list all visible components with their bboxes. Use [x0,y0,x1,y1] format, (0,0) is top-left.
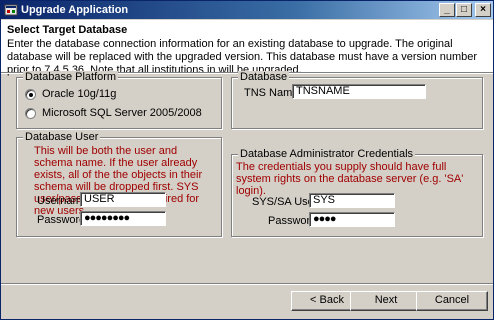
wizard-header: Select Target Database Enter the databas… [1,20,493,76]
username-input[interactable]: USER [80,192,166,207]
admin-credentials-group: Database Administrator Credentials The c… [231,148,483,237]
tns-name-input[interactable]: TNSNAME [292,84,426,99]
radio-oracle-button[interactable] [25,88,36,100]
database-group: Database TNS Name TNSNAME [231,71,483,129]
title-bar[interactable]: Upgrade Application _ □ × [1,1,493,19]
minimize-button[interactable]: _ [439,3,455,17]
cancel-button[interactable]: Cancel [416,291,488,311]
radio-sqlserver-label[interactable]: Microsoft SQL Server 2005/2008 [42,107,202,119]
close-button[interactable]: × [475,3,491,17]
window-title: Upgrade Application [21,4,129,16]
radio-sqlserver-button[interactable] [25,107,36,119]
footer-divider [1,283,493,285]
radio-oracle[interactable]: Oracle 10g/11g [25,87,116,101]
next-button[interactable]: Next [350,291,422,311]
database-legend: Database [238,71,290,84]
sys-password-input[interactable]: ●●●● [309,212,395,227]
sys-user-input[interactable]: SYS [309,193,395,208]
sys-user-label: SYS/SA User [252,196,318,208]
database-platform-group: Database Platform Oracle 10g/11g Microso… [16,71,222,129]
database-user-legend: Database User [23,131,101,144]
password-input[interactable]: ●●●●●●●● [80,211,166,226]
tns-name-label: TNS Name [244,87,299,99]
admin-credentials-legend: Database Administrator Credentials [238,148,416,161]
page-title: Select Target Database [7,24,128,36]
password-label: Password [37,214,86,226]
radio-sqlserver[interactable]: Microsoft SQL Server 2005/2008 [25,106,202,120]
database-user-group: Database User This will be both the user… [16,131,222,237]
app-icon [4,4,18,16]
database-platform-legend: Database Platform [23,71,119,84]
upgrade-window: Upgrade Application _ □ × Select Target … [0,0,494,320]
maximize-button[interactable]: □ [456,3,472,17]
radio-oracle-label[interactable]: Oracle 10g/11g [42,88,116,100]
admin-credentials-note: The credentials you supply should have f… [236,161,464,197]
